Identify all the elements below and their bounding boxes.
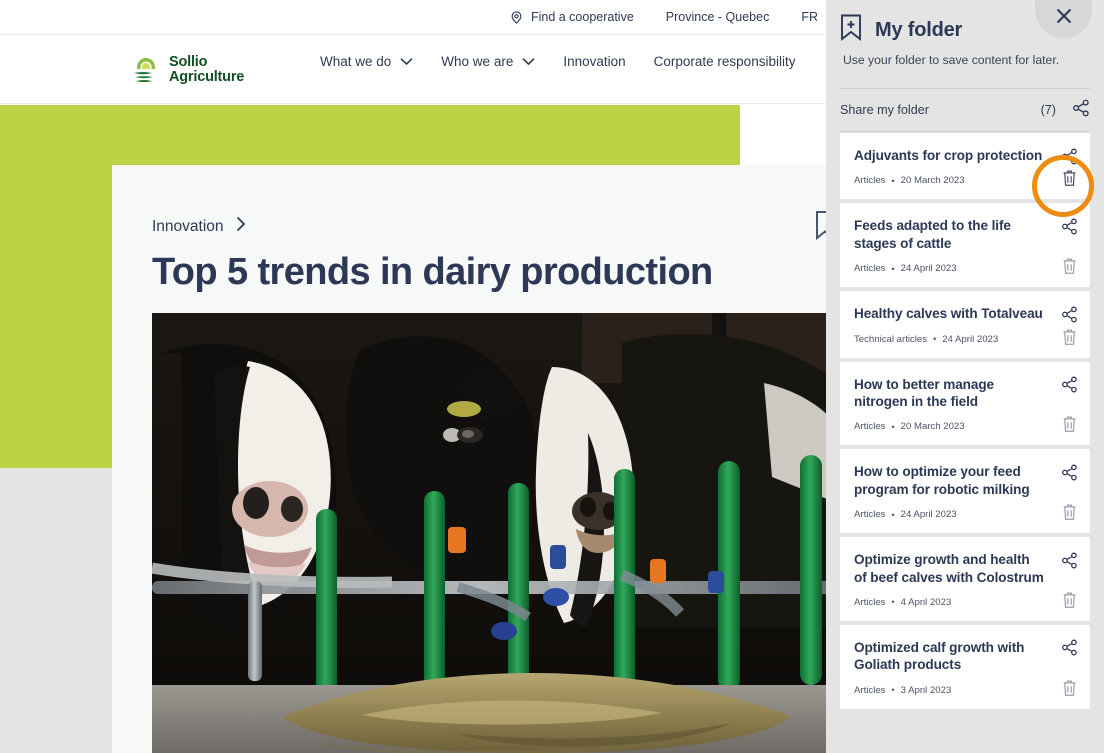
my-folder-panel: Close My folder Use your folder to save …	[826, 0, 1104, 753]
nav-label: Corporate responsibility	[654, 54, 796, 69]
brand-line-2: Agriculture	[169, 70, 244, 85]
folder-item-date: 4 April 2023	[901, 597, 952, 608]
divider-below-share	[840, 131, 1090, 132]
find-cooperative-label: Find a cooperative	[531, 10, 634, 24]
sollio-agriculture-logo[interactable]: Sollio Agriculture	[131, 54, 244, 86]
share-folder-label: Share my folder	[840, 103, 1041, 117]
panel-subtitle: Use your folder to save content for late…	[843, 53, 1083, 67]
article-hero-photo	[152, 313, 872, 753]
folder-item-meta: Technical articles • 24 April 2023	[854, 334, 1044, 345]
find-cooperative-link[interactable]: Find a cooperative	[509, 10, 634, 25]
nav-item-innovation[interactable]: Innovation	[563, 54, 625, 69]
folder-item-meta: Articles • 24 April 2023	[854, 509, 1044, 520]
brand-line-1: Sollio	[169, 55, 244, 70]
folder-item-title[interactable]: Feeds adapted to the life stages of catt…	[854, 217, 1044, 252]
nav-item-what-we-do[interactable]: What we do	[320, 54, 413, 69]
list-item[interactable]: Feeds adapted to the life stages of catt…	[840, 203, 1090, 287]
folder-item-title[interactable]: Optimize growth and health of beef calve…	[854, 551, 1044, 586]
chevron-down-icon	[400, 54, 413, 69]
delete-item-button[interactable]	[1058, 412, 1080, 436]
breadcrumb-label: Innovation	[152, 218, 224, 236]
brand-wordmark: Sollio Agriculture	[169, 55, 244, 85]
folder-item-title[interactable]: Adjuvants for crop protection	[854, 147, 1044, 164]
nav-label: Innovation	[563, 54, 625, 69]
folder-item-date: 24 April 2023	[901, 263, 957, 274]
bookmark-add-icon	[840, 14, 862, 46]
location-pin-icon	[509, 10, 524, 25]
meta-separator: •	[933, 334, 936, 344]
list-item[interactable]: Adjuvants for crop protection Articles •…	[840, 133, 1090, 199]
share-item-button[interactable]	[1057, 636, 1081, 660]
share-folder-row[interactable]: Share my folder (7)	[840, 95, 1090, 125]
delete-item-button[interactable]	[1058, 588, 1080, 612]
folder-item-date: 20 March 2023	[901, 421, 965, 432]
nav-item-who-we-are[interactable]: Who we are	[441, 54, 535, 69]
list-item[interactable]: How to optimize your feed program for ro…	[840, 449, 1090, 533]
province-selector[interactable]: Province - Quebec	[666, 10, 770, 24]
nav-item-corporate-responsibility[interactable]: Corporate responsibility	[654, 54, 796, 69]
chevron-down-icon	[522, 54, 535, 69]
panel-title: My folder	[875, 19, 962, 42]
share-item-button[interactable]	[1057, 144, 1081, 168]
folder-item-title[interactable]: How to optimize your feed program for ro…	[854, 463, 1044, 498]
folder-item-date: 3 April 2023	[901, 685, 952, 696]
language-label: FR	[801, 10, 818, 24]
delete-item-button[interactable]	[1058, 254, 1080, 278]
folder-item-date: 24 April 2023	[901, 509, 957, 520]
folder-item-meta: Articles • 20 March 2023	[854, 175, 1044, 186]
sollio-leaf-icon	[131, 54, 161, 86]
share-item-button[interactable]	[1057, 214, 1081, 238]
share-icon[interactable]	[1072, 99, 1090, 122]
delete-item-button[interactable]	[1058, 676, 1080, 700]
panel-header: My folder	[840, 14, 962, 46]
divider-top	[840, 88, 1090, 89]
folder-item-category: Articles	[854, 175, 885, 186]
share-item-button[interactable]	[1057, 548, 1081, 572]
folder-item-title[interactable]: How to better manage nitrogen in the fie…	[854, 376, 1044, 411]
folder-item-meta: Articles • 3 April 2023	[854, 685, 1044, 696]
share-item-button[interactable]	[1057, 373, 1081, 397]
meta-separator: •	[891, 176, 894, 186]
folder-item-date: 20 March 2023	[901, 175, 965, 186]
delete-item-button[interactable]	[1058, 166, 1080, 190]
folder-item-category: Technical articles	[854, 334, 927, 345]
folder-item-date: 24 April 2023	[942, 334, 998, 345]
list-item[interactable]: Healthy calves with Totalveau Technical …	[840, 291, 1090, 357]
folder-item-meta: Articles • 4 April 2023	[854, 597, 1044, 608]
folder-item-category: Articles	[854, 597, 885, 608]
page-title: Top 5 trends in dairy production	[152, 252, 852, 294]
meta-separator: •	[891, 510, 894, 520]
language-switch[interactable]: FR	[801, 10, 818, 24]
folder-item-category: Articles	[854, 509, 885, 520]
folder-item-category: Articles	[854, 421, 885, 432]
delete-item-button[interactable]	[1058, 500, 1080, 524]
meta-separator: •	[891, 597, 894, 607]
close-panel-button[interactable]: Close	[1035, 0, 1092, 38]
breadcrumb[interactable]: Innovation	[152, 216, 246, 237]
folder-item-count: (7)	[1041, 103, 1056, 117]
meta-separator: •	[891, 685, 894, 695]
province-label: Province - Quebec	[666, 10, 770, 24]
folder-item-title[interactable]: Optimized calf growth with Goliath produ…	[854, 639, 1044, 674]
screen: Find a cooperative Province - Quebec FR	[0, 0, 1104, 753]
list-item[interactable]: Optimized calf growth with Goliath produ…	[840, 625, 1090, 709]
delete-item-button[interactable]	[1058, 325, 1080, 349]
share-item-button[interactable]	[1057, 460, 1081, 484]
folder-item-title[interactable]: Healthy calves with Totalveau	[854, 305, 1044, 322]
folder-item-category: Articles	[854, 263, 885, 274]
close-icon	[1054, 6, 1074, 29]
share-item-button[interactable]	[1057, 302, 1081, 326]
list-item[interactable]: How to better manage nitrogen in the fie…	[840, 362, 1090, 446]
folder-item-meta: Articles • 20 March 2023	[854, 421, 1044, 432]
chevron-right-icon	[236, 216, 246, 237]
primary-nav-links: What we do Who we are Innovation Corpora…	[320, 54, 795, 69]
meta-separator: •	[891, 422, 894, 432]
nav-label: Who we are	[441, 54, 513, 69]
meta-separator: •	[891, 264, 894, 274]
folder-item-category: Articles	[854, 685, 885, 696]
folder-items-list: Adjuvants for crop protection Articles •…	[840, 133, 1090, 713]
nav-label: What we do	[320, 54, 391, 69]
list-item[interactable]: Optimize growth and health of beef calve…	[840, 537, 1090, 621]
folder-item-meta: Articles • 24 April 2023	[854, 263, 1044, 274]
